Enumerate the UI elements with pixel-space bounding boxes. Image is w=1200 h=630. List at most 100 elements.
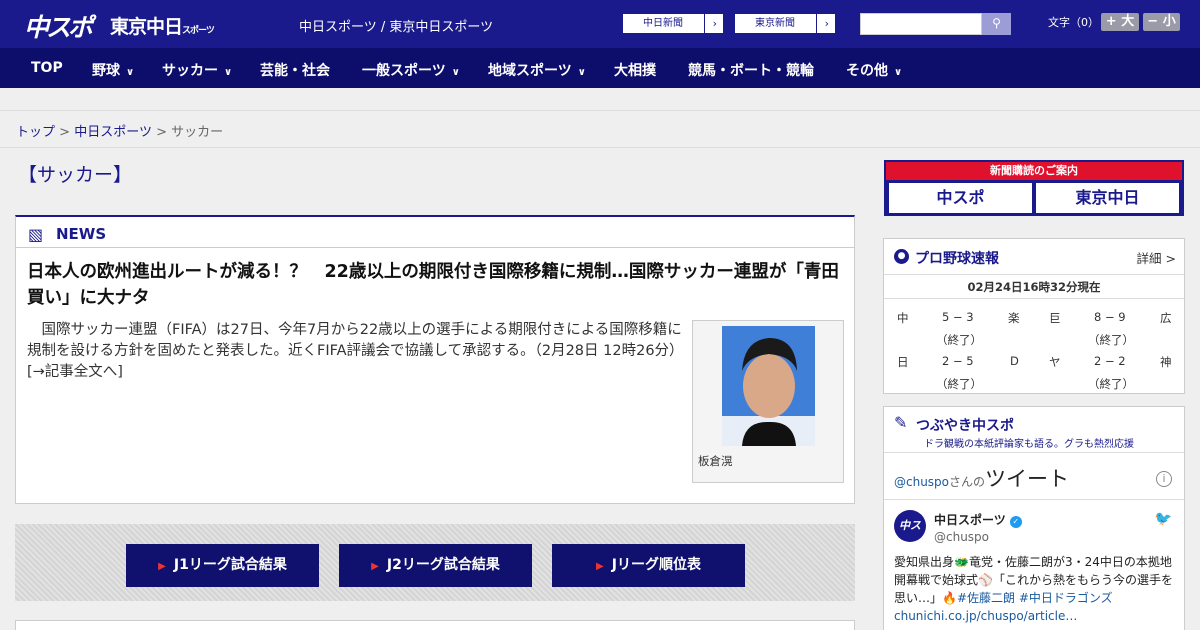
next-section xyxy=(15,620,855,630)
nav-item-other[interactable]: その他 ∨ xyxy=(846,60,902,80)
chuspo-logo[interactable]: 中スポ xyxy=(24,8,93,44)
news-header: ▧ NEWS xyxy=(16,217,854,248)
nav-item-entertainment[interactable]: 芸能・社会 xyxy=(260,60,330,80)
game-score[interactable]: 5 − 3 xyxy=(942,310,974,324)
game-home: ヤ xyxy=(1049,355,1061,369)
twitter-subtitle: ドラ観戦の本紙評論家も語る。グラも熱烈応援 xyxy=(924,439,1134,450)
newspaper-icon: ▧ xyxy=(28,225,44,244)
news-headline[interactable]: 日本人の欧州進出ルートが減る！？ 22歳以上の期限付き国際移籍に規制…国際サッカ… xyxy=(27,259,842,311)
font-bigger-button[interactable]: + 大 xyxy=(1101,13,1139,31)
tweet-account-name[interactable]: 中日スポーツ ✓ xyxy=(934,511,1022,528)
font-size-label: 文字（0） xyxy=(1048,16,1099,29)
j1-results-label: J1リーグ試合結果 xyxy=(173,557,287,573)
nav-item-racing[interactable]: 競馬・ボート・競輪 xyxy=(688,60,814,80)
game-away: D xyxy=(1010,354,1019,368)
nav-label: TOP xyxy=(31,60,63,76)
twitter-header: ✎ つぶやき中スポ ドラ観戦の本紙評論家も語る。グラも熱烈応援 xyxy=(884,407,1184,453)
jleague-links: ▶ J1リーグ試合結果 ▶ J2リーグ試合結果 ▶ Jリーグ順位表 xyxy=(15,524,855,601)
breadcrumb-separator: > xyxy=(59,125,71,140)
game-score[interactable]: 8 − 9 xyxy=(1094,310,1126,324)
game-score[interactable]: 2 − 5 xyxy=(942,354,974,368)
nav-label: サッカー xyxy=(162,63,218,79)
news-body[interactable]: 国際サッカー連盟（FIFA）は27日、今年7月から22歳以上の選手による期限付き… xyxy=(27,320,691,383)
baseball-header: ● プロ野球速報 詳細 > xyxy=(884,239,1184,275)
nav-item-sumo[interactable]: 大相撲 xyxy=(614,60,656,80)
info-icon[interactable]: i xyxy=(1156,471,1172,487)
font-smaller-button[interactable]: − 小 xyxy=(1143,13,1180,31)
nav-label: 一般スポーツ xyxy=(362,63,446,79)
chevron-down-icon: ∨ xyxy=(894,67,903,78)
verified-icon: ✓ xyxy=(1009,516,1022,528)
chunichi-shimbun-label: 中日新聞 xyxy=(643,18,683,29)
nav-label: 大相撲 xyxy=(614,63,656,79)
account-name-text: 中日スポーツ xyxy=(934,513,1006,527)
tweet-account-handle[interactable]: @chuspo xyxy=(934,530,989,544)
game-status: （終了） xyxy=(1088,333,1134,347)
nav-label: 芸能・社会 xyxy=(260,63,330,79)
tweet-hashtags[interactable]: #佐藤二朗 #中日ドラゴンズ xyxy=(957,591,1113,605)
twitter-handle-link[interactable]: @chuspo xyxy=(894,475,949,489)
tokyo-shimbun-label: 東京新聞 xyxy=(755,18,795,29)
triangle-right-icon: ▶ xyxy=(371,561,379,572)
news-photo[interactable]: 板倉滉 xyxy=(692,320,844,483)
tokyo-chunichi-logo[interactable]: 東京中日スポーツ xyxy=(110,12,215,39)
j1-results-button[interactable]: ▶ J1リーグ試合結果 xyxy=(126,544,319,587)
photo-caption: 板倉滉 xyxy=(698,454,733,468)
chunichi-shimbun-link[interactable]: 中日新聞 › xyxy=(622,13,724,34)
nav-item-local-sports[interactable]: 地域スポーツ ∨ xyxy=(488,60,586,80)
subscription-title: 新聞購読のご案内 xyxy=(886,162,1182,180)
chevron-down-icon: ∨ xyxy=(451,67,460,78)
tweet-link[interactable]: chunichi.co.jp/chuspo/article… xyxy=(894,609,1077,623)
search-icon: ⚲ xyxy=(992,16,1001,30)
game-status: （終了） xyxy=(936,333,982,347)
game-away: 神 xyxy=(1160,355,1172,369)
tweets-by: @chuspoさんのツイート xyxy=(894,463,1069,493)
breadcrumb-current: サッカー xyxy=(171,125,224,140)
game-status: （終了） xyxy=(1088,377,1134,391)
megaphone-icon: ✎ xyxy=(894,413,908,432)
nav-item-baseball[interactable]: 野球 ∨ xyxy=(92,60,134,80)
game-score[interactable]: 2 − 2 xyxy=(1094,354,1126,368)
triangle-right-icon: ▶ xyxy=(596,561,604,572)
baseball-timestamp: 02月24日16時32分現在 xyxy=(884,276,1184,299)
tweets-label: ツイート xyxy=(985,467,1070,491)
breadcrumb-chuspo[interactable]: 中日スポーツ xyxy=(74,125,152,140)
subscribe-tokyo-button[interactable]: 東京中日 xyxy=(1036,183,1179,213)
nav-label: 地域スポーツ xyxy=(488,63,572,79)
player-photo xyxy=(722,326,815,446)
subscription-box[interactable]: 新聞購読のご案内 中スポ 東京中日 xyxy=(884,160,1184,216)
baseball-icon: ● xyxy=(894,249,909,264)
chevron-right-icon: › xyxy=(712,17,717,30)
nav-label: その他 xyxy=(846,63,888,79)
tokyo-shimbun-link[interactable]: 東京新聞 › xyxy=(734,13,836,34)
site-header: 中スポ 東京中日スポーツ 中日スポーツ / 東京中日スポーツ 中日新聞 › 東京新… xyxy=(0,0,1200,48)
twitter-bird-icon[interactable]: 🐦 xyxy=(1155,511,1172,527)
nav-label: 競馬・ボート・競輪 xyxy=(688,63,814,79)
game-home: 巨 xyxy=(1049,311,1061,325)
search-button[interactable]: ⚲ xyxy=(982,13,1011,35)
tokyo-logo-small: スポーツ xyxy=(182,26,215,36)
tweets-by-suffix: さんの xyxy=(949,475,986,489)
tokyo-logo-text: 東京中日 xyxy=(110,16,183,38)
j2-results-button[interactable]: ▶ J2リーグ試合結果 xyxy=(339,544,532,587)
page-title: 【サッカー】 xyxy=(18,164,133,186)
breadcrumb-separator: > xyxy=(156,125,167,140)
nav-item-general-sports[interactable]: 一般スポーツ ∨ xyxy=(362,60,460,80)
triangle-right-icon: ▶ xyxy=(158,561,166,572)
game-status: （終了） xyxy=(936,377,982,391)
site-names: 中日スポーツ / 東京中日スポーツ xyxy=(299,20,494,35)
breadcrumb-top[interactable]: トップ xyxy=(16,125,55,140)
divider xyxy=(884,499,1184,500)
baseball-detail-link[interactable]: 詳細 > xyxy=(1137,248,1176,267)
search-input[interactable] xyxy=(860,13,982,35)
nav-item-soccer[interactable]: サッカー ∨ xyxy=(162,60,232,80)
nav-item-top[interactable]: TOP xyxy=(31,60,63,76)
game-home: 日 xyxy=(897,355,909,369)
subscribe-chuspo-button[interactable]: 中スポ xyxy=(889,183,1032,213)
game-home: 中 xyxy=(897,311,909,325)
jleague-standings-label: Jリーグ順位表 xyxy=(611,557,701,573)
twitter-box: ✎ つぶやき中スポ ドラ観戦の本紙評論家も語る。グラも熱烈応援 @chuspoさ… xyxy=(883,406,1185,630)
nav-label: 野球 xyxy=(92,63,120,79)
jleague-standings-button[interactable]: ▶ Jリーグ順位表 xyxy=(552,544,745,587)
avatar[interactable]: 中スポ xyxy=(894,510,926,564)
